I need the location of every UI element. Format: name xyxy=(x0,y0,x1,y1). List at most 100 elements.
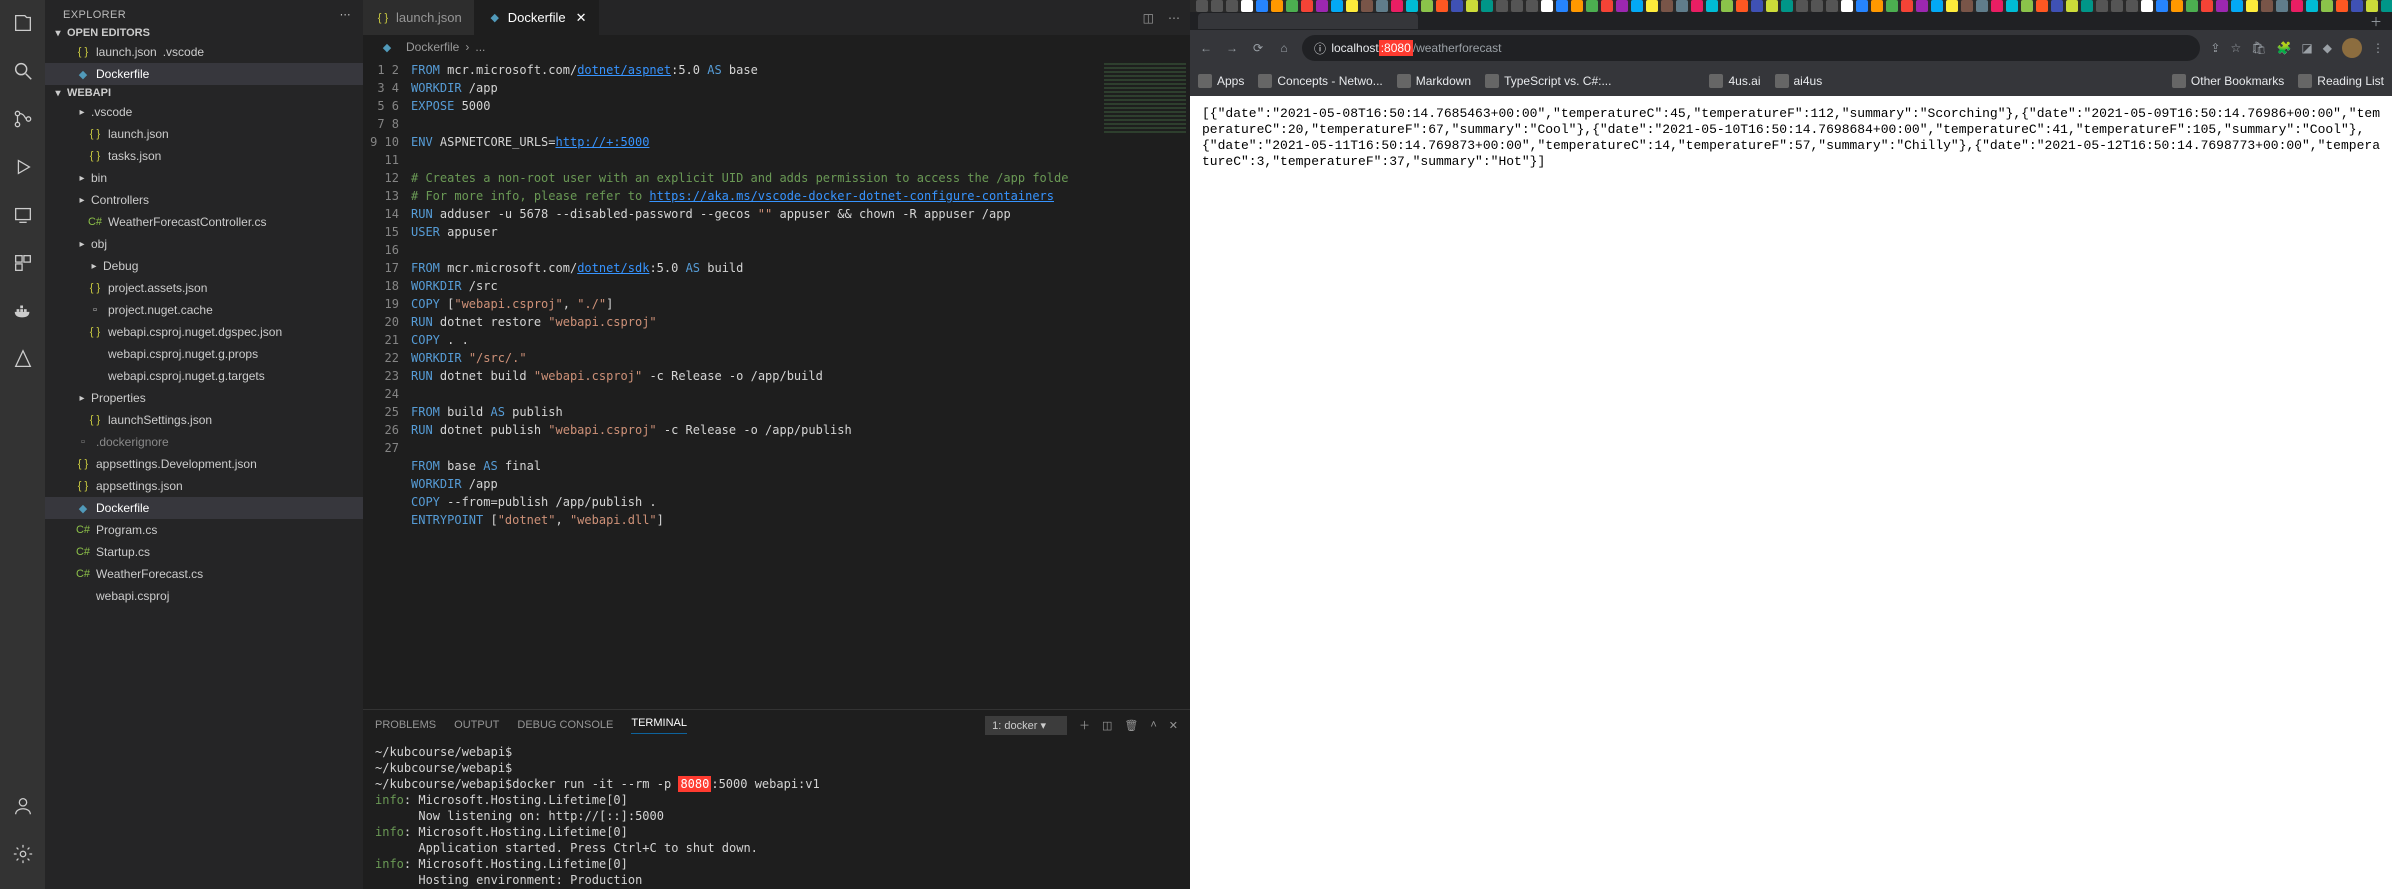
menubar-app-icon[interactable] xyxy=(1556,0,1568,12)
bookmark-4usai[interactable]: 4us.ai xyxy=(1709,74,1760,88)
menubar-app-icon[interactable] xyxy=(1616,0,1628,12)
extension-b-icon[interactable]: ◆ xyxy=(2323,41,2332,55)
menubar-app-icon[interactable] xyxy=(1931,0,1943,12)
menubar-app-icon[interactable] xyxy=(1226,0,1238,12)
folder-item[interactable]: ▸obj xyxy=(45,233,363,255)
bookmark-ai4us[interactable]: ai4us xyxy=(1775,74,1823,88)
menubar-app-icon[interactable] xyxy=(2021,0,2033,12)
menubar-app-icon[interactable] xyxy=(1871,0,1883,12)
menubar-app-icon[interactable] xyxy=(2381,0,2392,12)
file-item[interactable]: { }project.assets.json xyxy=(45,277,363,299)
menubar-app-icon[interactable] xyxy=(1751,0,1763,12)
menubar-app-icon[interactable] xyxy=(1391,0,1403,12)
back-icon[interactable]: ← xyxy=(1198,40,1214,56)
menubar-app-icon[interactable] xyxy=(1886,0,1898,12)
file-item[interactable]: ▫project.nuget.cache xyxy=(45,299,363,321)
menubar-app-icon[interactable] xyxy=(1211,0,1223,12)
bookmark-markdown[interactable]: Markdown xyxy=(1397,74,1471,88)
chrome-menu-icon[interactable]: ⋮ xyxy=(2372,41,2384,55)
menubar-app-icon[interactable] xyxy=(1946,0,1958,12)
extensions-puzzle-icon[interactable]: 🧩 xyxy=(2276,41,2291,55)
menubar-app-icon[interactable] xyxy=(1706,0,1718,12)
folder-item[interactable]: ▸bin xyxy=(45,167,363,189)
docker-icon[interactable] xyxy=(10,298,36,324)
menubar-app-icon[interactable] xyxy=(1256,0,1268,12)
menubar-app-icon[interactable] xyxy=(1511,0,1523,12)
menubar-app-icon[interactable] xyxy=(1421,0,1433,12)
accounts-icon[interactable] xyxy=(10,793,36,819)
menubar-app-icon[interactable] xyxy=(1331,0,1343,12)
forward-icon[interactable]: → xyxy=(1224,40,1240,56)
file-item[interactable]: webapi.csproj xyxy=(45,585,363,607)
editor-tab[interactable]: ◆Dockerfile✕ xyxy=(475,0,600,35)
site-info-icon[interactable]: ⓘ xyxy=(1312,40,1328,56)
open-editor-item[interactable]: { }launch.json .vscode xyxy=(45,41,363,63)
open-editors-header[interactable]: ▾ OPEN EDITORS xyxy=(45,25,363,41)
panel-tab-problems[interactable]: PROBLEMS xyxy=(375,719,436,731)
share-icon[interactable]: ⇪ xyxy=(2210,41,2220,55)
menubar-app-icon[interactable] xyxy=(1286,0,1298,12)
profile-avatar[interactable] xyxy=(2342,38,2362,58)
file-item[interactable]: C#WeatherForecast.cs xyxy=(45,563,363,585)
home-icon[interactable]: ⌂ xyxy=(1276,40,1292,56)
terminal-output[interactable]: ~/kubcourse/webapi$ ~/kubcourse/webapi$ … xyxy=(363,740,1190,889)
search-icon[interactable] xyxy=(10,58,36,84)
folder-item[interactable]: ▸Debug xyxy=(45,255,363,277)
file-item[interactable]: { }appsettings.json xyxy=(45,475,363,497)
menubar-app-icon[interactable] xyxy=(1661,0,1673,12)
menubar-app-icon[interactable] xyxy=(1481,0,1493,12)
apps-shortcut[interactable]: Apps xyxy=(1198,74,1244,88)
menubar-app-icon[interactable] xyxy=(1796,0,1808,12)
file-item[interactable]: { }launch.json xyxy=(45,123,363,145)
menubar-app-icon[interactable] xyxy=(1526,0,1538,12)
menubar-app-icon[interactable] xyxy=(2111,0,2123,12)
menubar-app-icon[interactable] xyxy=(2066,0,2078,12)
menubar-app-icon[interactable] xyxy=(1436,0,1448,12)
menubar-app-icon[interactable] xyxy=(2216,0,2228,12)
folder-item[interactable]: ▸Controllers xyxy=(45,189,363,211)
menubar-app-icon[interactable] xyxy=(2366,0,2378,12)
menubar-app-icon[interactable] xyxy=(1451,0,1463,12)
new-terminal-icon[interactable]: ＋ xyxy=(1079,717,1090,733)
close-panel-icon[interactable]: ✕ xyxy=(1169,719,1178,732)
cart-icon[interactable]: 🛍 xyxy=(2251,41,2266,55)
run-debug-icon[interactable] xyxy=(10,154,36,180)
menubar-app-icon[interactable] xyxy=(1196,0,1208,12)
editor-more-icon[interactable]: ⋯ xyxy=(1168,11,1180,25)
menubar-app-icon[interactable] xyxy=(1901,0,1913,12)
kill-terminal-icon[interactable]: 🗑 xyxy=(1124,719,1138,732)
menubar-app-icon[interactable] xyxy=(2351,0,2363,12)
menubar-app-icon[interactable] xyxy=(1466,0,1478,12)
explorer-more-icon[interactable]: ⋯ xyxy=(340,8,351,21)
menubar-app-icon[interactable] xyxy=(2126,0,2138,12)
file-item[interactable]: C#Program.cs xyxy=(45,519,363,541)
menubar-app-icon[interactable] xyxy=(1541,0,1553,12)
split-terminal-icon[interactable]: ◫ xyxy=(1102,719,1112,732)
menubar-app-icon[interactable] xyxy=(2201,0,2213,12)
new-tab-icon[interactable]: ＋ xyxy=(2370,13,2382,30)
source-control-icon[interactable] xyxy=(10,106,36,132)
extension-a-icon[interactable]: ◪ xyxy=(2301,41,2312,55)
browser-tab[interactable] xyxy=(1198,13,1418,29)
terminal-select[interactable]: 1: docker ▾ xyxy=(985,716,1067,735)
panel-tab-debug-console[interactable]: DEBUG CONSOLE xyxy=(517,719,613,731)
explorer-icon[interactable] xyxy=(10,10,36,36)
maximize-panel-icon[interactable]: ˄ xyxy=(1150,719,1156,731)
menubar-app-icon[interactable] xyxy=(1766,0,1778,12)
menubar-app-icon[interactable] xyxy=(2081,0,2093,12)
menubar-app-icon[interactable] xyxy=(2156,0,2168,12)
project-header[interactable]: ▾ WEBAPI xyxy=(45,85,363,101)
reading-list[interactable]: Reading List xyxy=(2298,74,2384,88)
file-item[interactable]: C#Startup.cs xyxy=(45,541,363,563)
reload-icon[interactable]: ⟳ xyxy=(1250,40,1266,56)
split-editor-icon[interactable]: ◫ xyxy=(1143,11,1154,25)
menubar-app-icon[interactable] xyxy=(1826,0,1838,12)
menubar-app-icon[interactable] xyxy=(1586,0,1598,12)
bookmark-concepts[interactable]: Concepts - Netwo... xyxy=(1258,74,1382,88)
menubar-app-icon[interactable] xyxy=(1961,0,1973,12)
azure-icon[interactable] xyxy=(10,346,36,372)
menubar-app-icon[interactable] xyxy=(2246,0,2258,12)
file-item[interactable]: { }webapi.csproj.nuget.dgspec.json xyxy=(45,321,363,343)
menubar-app-icon[interactable] xyxy=(1346,0,1358,12)
extensions-icon[interactable] xyxy=(10,250,36,276)
